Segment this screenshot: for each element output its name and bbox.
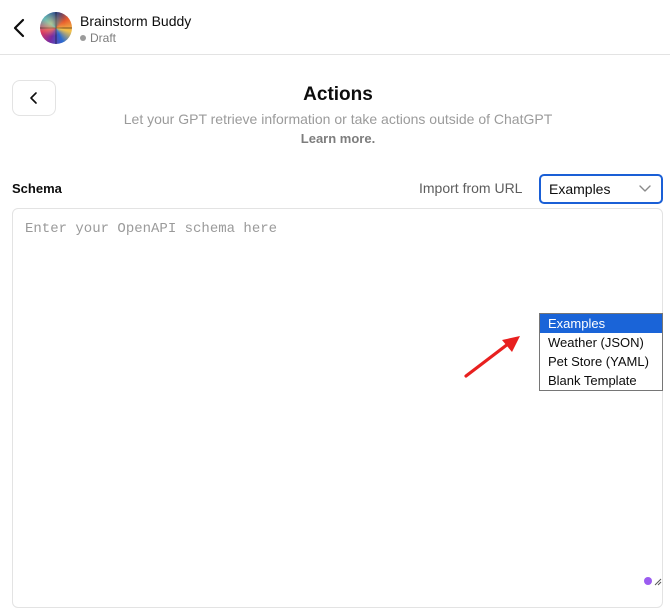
back-button[interactable] xyxy=(10,16,30,40)
page-subtitle: Let your GPT retrieve information or tak… xyxy=(123,111,553,127)
gpt-name: Brainstorm Buddy xyxy=(80,13,192,29)
gpt-status: Draft xyxy=(80,31,116,45)
status-dot-icon xyxy=(80,35,86,41)
gpt-avatar xyxy=(40,12,72,44)
schema-placeholder: Enter your OpenAPI schema here xyxy=(25,221,278,237)
learn-more-link[interactable]: Learn more. xyxy=(0,131,670,146)
dropdown-option-pet-store-yaml[interactable]: Pet Store (YAML) xyxy=(540,352,662,371)
schema-label: Schema xyxy=(12,181,62,196)
dropdown-option-examples[interactable]: Examples xyxy=(540,314,662,333)
select-value: Examples xyxy=(549,181,611,197)
chevron-left-icon xyxy=(13,18,25,38)
status-label: Draft xyxy=(90,31,117,45)
dropdown-option-blank-template[interactable]: Blank Template xyxy=(540,371,662,390)
schema-textarea[interactable]: Enter your OpenAPI schema here xyxy=(12,208,663,608)
status-indicator-dot-icon xyxy=(644,577,652,585)
chevron-down-icon xyxy=(639,185,651,192)
page-title: Actions xyxy=(303,84,373,105)
examples-select[interactable]: Examples xyxy=(539,174,663,204)
dropdown-option-weather-json[interactable]: Weather (JSON) xyxy=(540,333,662,352)
resize-handle-icon[interactable] xyxy=(654,578,662,586)
top-bar: Brainstorm Buddy Draft xyxy=(0,0,670,55)
import-from-url-button[interactable]: Import from URL xyxy=(419,180,522,196)
annotation-arrow-icon xyxy=(464,336,520,378)
examples-dropdown-list: Examples Weather (JSON) Pet Store (YAML)… xyxy=(539,313,663,391)
